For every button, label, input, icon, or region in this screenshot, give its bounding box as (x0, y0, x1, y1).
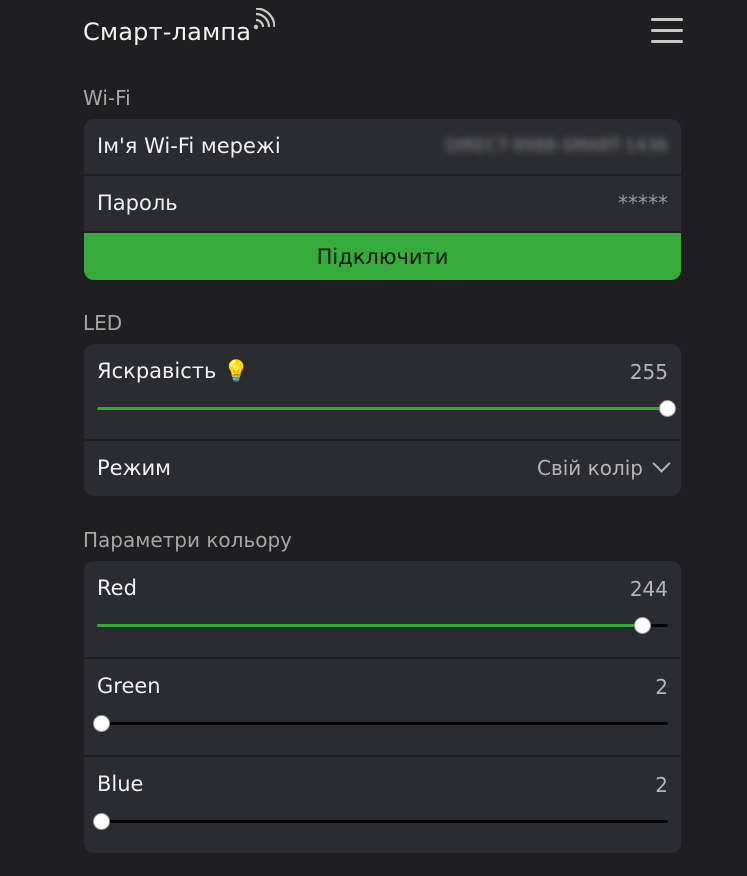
slider-fill (97, 407, 668, 410)
wifi-password-label: Пароль (97, 191, 178, 215)
slider-thumb[interactable] (92, 813, 110, 830)
green-row: Green 2 (84, 659, 681, 757)
wifi-password-row[interactable]: Пароль ***** (84, 176, 681, 233)
brightness-slider[interactable] (97, 400, 676, 418)
color-section-title: Параметри кольору (83, 528, 292, 552)
slider-thumb[interactable] (634, 617, 652, 634)
led-card: Яскравість 💡 255 Режим Свій колір (84, 344, 681, 496)
slider-track (97, 820, 668, 823)
chevron-down-icon (652, 454, 671, 473)
wifi-section-title: Wi-Fi (83, 86, 131, 110)
red-value: 244 (629, 577, 668, 601)
red-label: Red (97, 576, 137, 600)
wifi-ssid-value[interactable]: DIRECT-9988-SMART-1436 (445, 136, 668, 156)
brightness-label: Яскравість 💡 (97, 359, 250, 383)
app-title: Смарт-лампа (83, 18, 252, 46)
brightness-row: Яскравість 💡 255 (84, 344, 681, 441)
header: Смарт-лампа (83, 8, 683, 54)
slider-thumb[interactable] (659, 400, 676, 417)
slider-thumb[interactable] (92, 715, 110, 732)
red-row: Red 244 (84, 561, 681, 659)
blue-slider[interactable] (92, 813, 668, 831)
blue-row: Blue 2 (84, 757, 681, 853)
connect-button[interactable]: Підключити (84, 233, 681, 280)
blue-label: Blue (97, 772, 144, 796)
wifi-ssid-label: Ім'я Wi-Fi мережі (97, 134, 281, 158)
mode-select[interactable]: Свій колір (536, 454, 671, 480)
color-card: Red 244 Green 2 Blue 2 (84, 561, 681, 853)
slider-track (97, 722, 668, 725)
green-value: 2 (655, 675, 668, 699)
blue-value: 2 (655, 773, 668, 797)
led-section-title: LED (83, 311, 123, 335)
wifi-password-value[interactable]: ***** (618, 191, 668, 215)
mode-row[interactable]: Режим Свій колір (84, 441, 681, 496)
wifi-card: Ім'я Wi-Fi мережі DIRECT-9988-SMART-1436… (84, 119, 681, 280)
red-slider[interactable] (97, 617, 668, 635)
green-label: Green (97, 674, 161, 698)
green-slider[interactable] (92, 715, 668, 733)
mode-label: Режим (97, 456, 171, 480)
hamburger-menu-icon[interactable] (651, 16, 683, 44)
wifi-ssid-row[interactable]: Ім'я Wi-Fi мережі DIRECT-9988-SMART-1436 (84, 119, 681, 176)
slider-fill (97, 624, 644, 627)
wifi-signal-icon (253, 8, 275, 30)
app-root: Смарт-лампа Wi-Fi Ім'я Wi-Fi мережі DIRE… (0, 0, 747, 876)
mode-value: Свій колір (536, 456, 643, 480)
brightness-value: 255 (629, 360, 668, 384)
